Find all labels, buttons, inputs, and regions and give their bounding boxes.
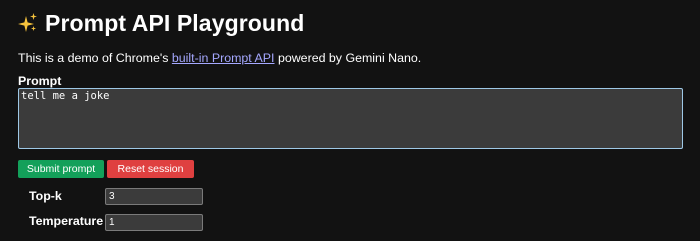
temperature-label: Temperature [29,214,104,228]
topk-label: Top-k [29,189,62,203]
reset-session-button[interactable]: Reset session [107,160,194,178]
prompt-input[interactable]: tell me a joke [18,88,683,149]
page-title: Prompt API Playground [18,7,304,39]
submit-prompt-button[interactable]: Submit prompt [18,160,104,178]
prompt-api-link[interactable]: built-in Prompt API [172,51,275,65]
temperature-input[interactable] [105,214,203,231]
intro-text-after: powered by Gemini Nano. [274,51,422,65]
intro-text: This is a demo of Chrome's built-in Prom… [18,51,421,65]
sparkles-icon [18,10,38,36]
intro-text-before: This is a demo of Chrome's [18,51,172,65]
topk-input[interactable] [105,188,203,205]
prompt-label: Prompt [18,74,62,88]
page-title-text: Prompt API Playground [45,9,305,36]
